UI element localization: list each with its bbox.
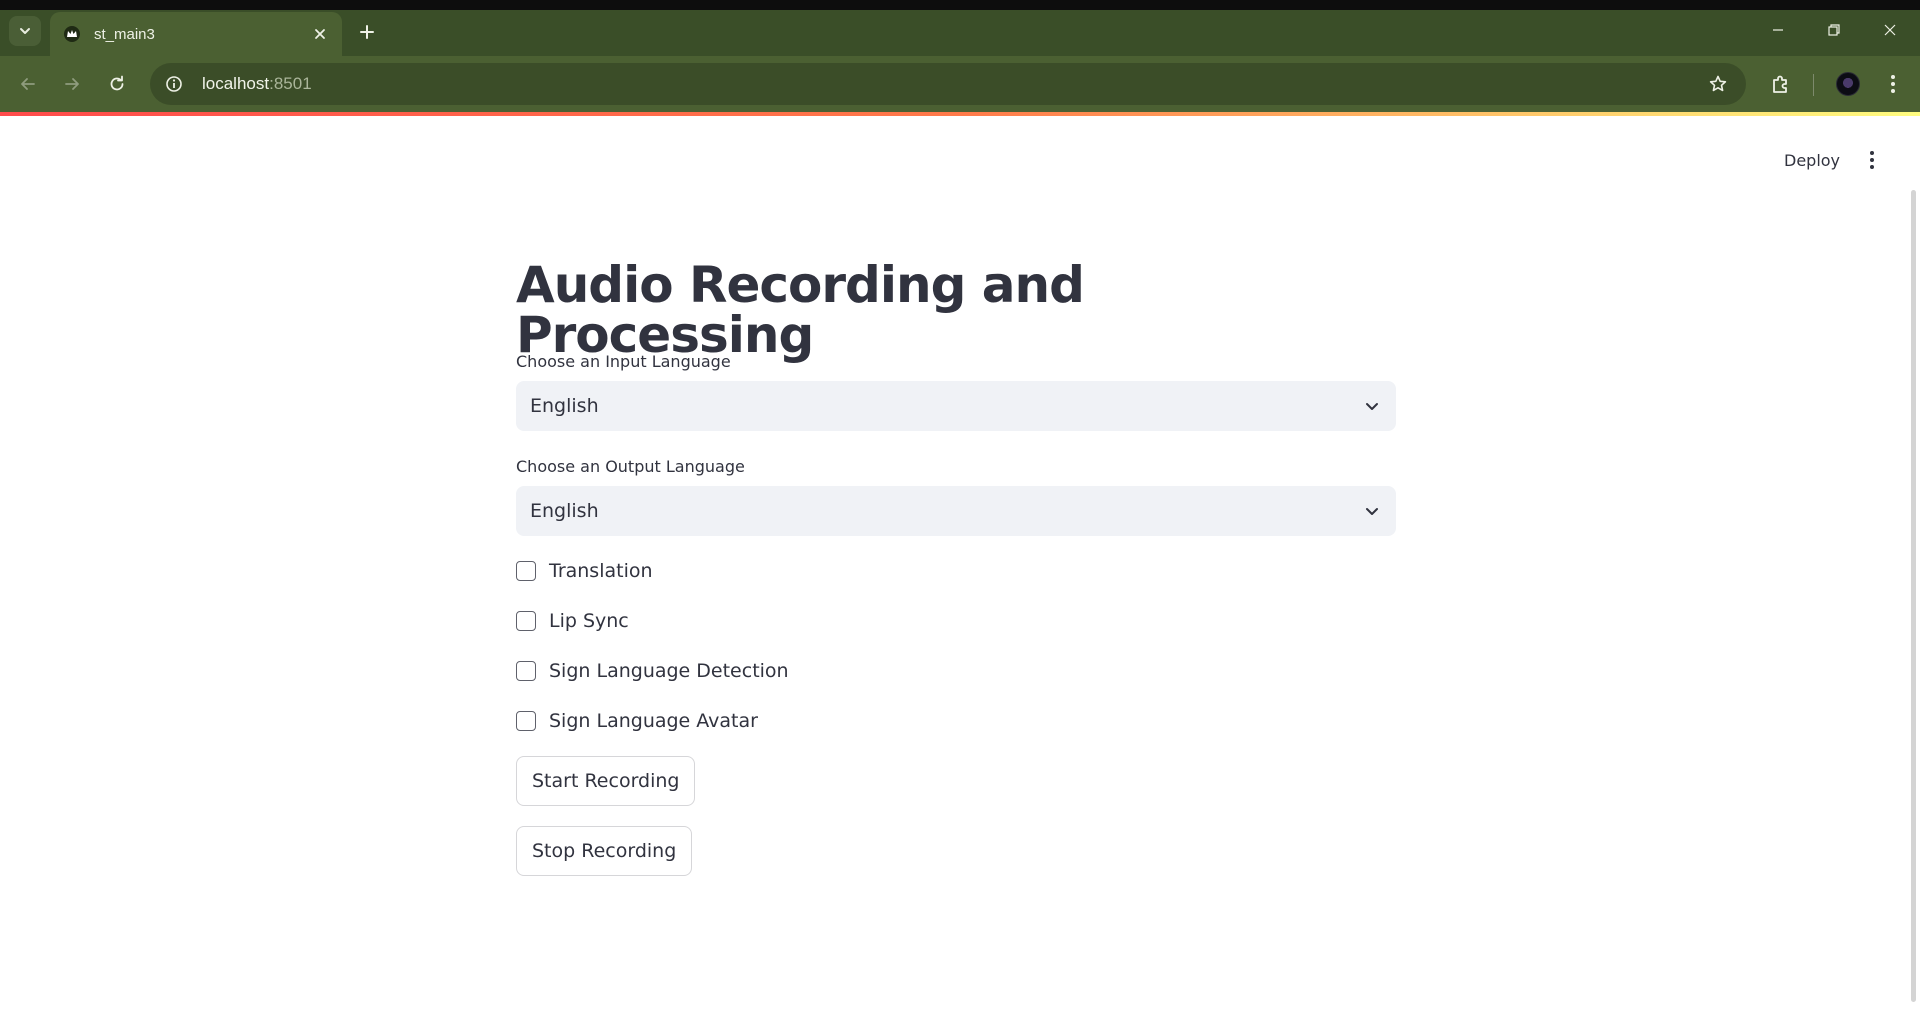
app-menu-button[interactable] <box>1856 144 1888 176</box>
output-language-select[interactable]: English <box>516 486 1396 536</box>
sign-language-detection-checkbox-row[interactable]: Sign Language Detection <box>516 658 789 684</box>
address-bar[interactable]: localhost:8501 <box>150 63 1746 105</box>
chevron-down-icon <box>1362 396 1382 416</box>
url-port: :8501 <box>269 74 312 93</box>
site-info-icon[interactable] <box>162 72 186 96</box>
browser-tab-active[interactable]: st_main3 <box>50 12 342 56</box>
extensions-button[interactable] <box>1765 68 1797 100</box>
sign-language-avatar-label: Sign Language Avatar <box>549 710 758 732</box>
page-title: Audio Recording and Processing <box>516 256 1085 364</box>
sign-language-avatar-checkbox[interactable] <box>516 711 536 731</box>
close-window-button[interactable] <box>1862 10 1918 50</box>
translation-label: Translation <box>549 560 653 582</box>
url-host: localhost <box>202 74 270 93</box>
window-top-strip <box>0 0 1920 10</box>
sign-language-detection-checkbox[interactable] <box>516 661 536 681</box>
kebab-menu-icon <box>1870 151 1874 169</box>
arrow-right-icon <box>65 78 79 90</box>
sign-language-avatar-checkbox-row[interactable]: Sign Language Avatar <box>516 708 758 734</box>
chevron-down-icon <box>1362 501 1382 521</box>
start-recording-button[interactable]: Start Recording <box>516 756 696 806</box>
output-language-label: Choose an Output Language <box>516 457 745 476</box>
minimize-window-button[interactable] <box>1750 10 1806 50</box>
input-language-value: English <box>530 395 599 417</box>
address-url[interactable]: localhost:8501 <box>202 74 312 94</box>
browser-menu-button[interactable] <box>1877 68 1909 100</box>
lip-sync-checkbox[interactable] <box>516 611 536 631</box>
close-icon <box>1884 24 1896 36</box>
translation-checkbox-row[interactable]: Translation <box>516 558 653 584</box>
profile-button[interactable] <box>1832 68 1864 100</box>
output-language-value: English <box>530 500 599 522</box>
lip-sync-label: Lip Sync <box>549 610 629 632</box>
puzzle-icon <box>1773 75 1787 93</box>
minimize-icon <box>1773 29 1783 31</box>
chevron-down-icon <box>20 28 30 34</box>
streamlit-crown-icon <box>62 24 82 44</box>
bookmark-star-icon[interactable] <box>1706 72 1730 96</box>
kebab-menu-icon <box>1891 75 1895 93</box>
new-tab-button[interactable] <box>352 17 382 47</box>
plus-icon <box>360 25 374 39</box>
browser-toolbar: localhost:8501 <box>0 56 1920 112</box>
restore-window-button[interactable] <box>1806 10 1862 50</box>
back-button[interactable] <box>12 68 44 100</box>
tab-title: st_main3 <box>94 25 155 43</box>
tab-bar: st_main3 <box>0 10 1920 56</box>
deploy-button[interactable]: Deploy <box>1770 145 1854 175</box>
input-language-label: Choose an Input Language <box>516 352 731 371</box>
forward-button[interactable] <box>56 68 88 100</box>
lip-sync-checkbox-row[interactable]: Lip Sync <box>516 608 629 634</box>
input-language-select[interactable]: English <box>516 381 1396 431</box>
translation-checkbox[interactable] <box>516 561 536 581</box>
sign-language-detection-label: Sign Language Detection <box>549 660 789 682</box>
tab-search-button[interactable] <box>9 16 41 46</box>
profile-avatar <box>1836 72 1860 96</box>
stop-recording-button[interactable]: Stop Recording <box>516 826 693 876</box>
page-scrollbar[interactable] <box>1911 190 1916 1002</box>
arrow-left-icon <box>21 78 35 90</box>
restore-icon <box>1828 24 1840 36</box>
toolbar-divider <box>1813 74 1814 96</box>
reload-icon <box>110 75 124 91</box>
app-page: Deploy Audio Recording and Processing Ch… <box>0 116 1920 1032</box>
close-tab-icon[interactable] <box>308 22 332 46</box>
reload-button[interactable] <box>101 68 133 100</box>
